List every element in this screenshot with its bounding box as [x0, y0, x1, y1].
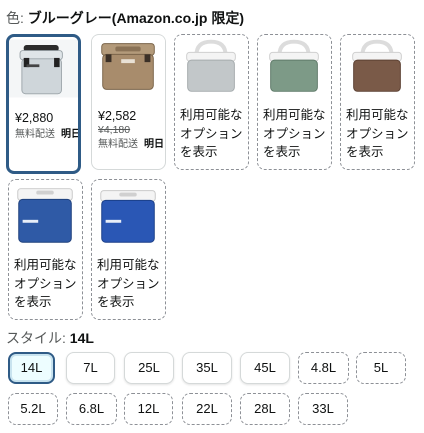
size-option-14l[interactable]: 14L: [8, 352, 55, 384]
blue-cooler-image: [9, 180, 82, 248]
size-option-5l[interactable]: 5L: [356, 352, 406, 384]
na-line-1: 利用可能な: [97, 258, 160, 272]
brown-cooler-image: [341, 35, 414, 98]
list-price: ¥4,180: [98, 124, 131, 136]
color-option-green[interactable]: 利用可能な オプション を表示: [257, 34, 332, 170]
na-line-3: を表示: [14, 295, 52, 309]
see-available-options: 利用可能な オプション を表示: [175, 106, 248, 162]
see-available-options: 利用可能な オプション を表示: [92, 256, 165, 312]
color-option-blue[interactable]: 利用可能な オプション を表示: [8, 179, 83, 320]
na-line-1: 利用可能な: [14, 258, 77, 272]
size-option-33l[interactable]: 33L: [298, 393, 348, 425]
see-available-options: 利用可能な オプション を表示: [258, 106, 331, 162]
na-line-3: を表示: [263, 145, 301, 159]
na-line-1: 利用可能な: [346, 108, 409, 122]
size-option-22l[interactable]: 22L: [182, 393, 232, 425]
color-option-tan[interactable]: ¥2,582 ¥4,180 無料配送 明日: [91, 34, 166, 170]
size-option-4-8l[interactable]: 4.8L: [298, 352, 349, 384]
blue-cooler-alt-image: [92, 180, 165, 248]
na-line-3: を表示: [97, 295, 135, 309]
style-label-prefix: スタイル:: [6, 330, 66, 346]
green-cooler-image: [258, 35, 331, 98]
color-label-prefix: 色:: [6, 10, 24, 26]
na-line-1: 利用可能な: [263, 108, 326, 122]
see-available-options: 利用可能な オプション を表示: [341, 106, 414, 162]
na-line-2: オプション: [14, 276, 77, 291]
color-option-light-gray[interactable]: 利用可能な オプション を表示: [174, 34, 249, 170]
size-option-28l[interactable]: 28L: [240, 393, 290, 425]
size-option-6-8l[interactable]: 6.8L: [66, 393, 117, 425]
size-option-45l[interactable]: 45L: [240, 352, 290, 384]
na-line-3: を表示: [180, 145, 218, 159]
light-gray-cooler-image: [175, 35, 248, 98]
see-available-options: 利用可能な オプション を表示: [9, 256, 82, 312]
color-selector-label: 色: ブルーグレー(Amazon.co.jp 限定): [6, 8, 244, 28]
size-option-5-2l[interactable]: 5.2L: [8, 393, 58, 425]
tan-cooler-image: [92, 35, 165, 98]
delivery-date: 明日: [61, 129, 81, 140]
shipping-label: 無料配送: [98, 139, 138, 150]
na-line-3: を表示: [346, 145, 384, 159]
selected-style-name: 14L: [69, 330, 94, 346]
size-option-25l[interactable]: 25L: [124, 352, 174, 384]
na-line-2: オプション: [97, 276, 160, 291]
na-line-2: オプション: [263, 126, 326, 141]
size-option-35l[interactable]: 35L: [182, 352, 232, 384]
color-option-gray[interactable]: ¥2,880 無料配送 明日: [6, 34, 81, 174]
price: ¥2,582: [98, 109, 137, 123]
selected-color-name: ブルーグレー(Amazon.co.jp 限定): [27, 10, 245, 26]
color-option-blue-alt[interactable]: 利用可能な オプション を表示: [91, 179, 166, 320]
size-option-7l[interactable]: 7L: [66, 352, 115, 384]
gray-cooler-image: [9, 39, 78, 98]
size-option-12l[interactable]: 12L: [124, 393, 173, 425]
price: ¥2,880: [15, 111, 54, 125]
shipping-info: 無料配送 明日: [92, 138, 165, 152]
delivery-date: 明日: [144, 139, 164, 150]
shipping-label: 無料配送: [15, 129, 55, 140]
color-option-brown[interactable]: 利用可能な オプション を表示: [340, 34, 415, 170]
na-line-1: 利用可能な: [180, 108, 243, 122]
na-line-2: オプション: [346, 126, 409, 141]
style-selector-label: スタイル: 14L: [6, 328, 94, 348]
na-line-2: オプション: [180, 126, 243, 141]
shipping-info: 無料配送 明日: [9, 128, 78, 142]
